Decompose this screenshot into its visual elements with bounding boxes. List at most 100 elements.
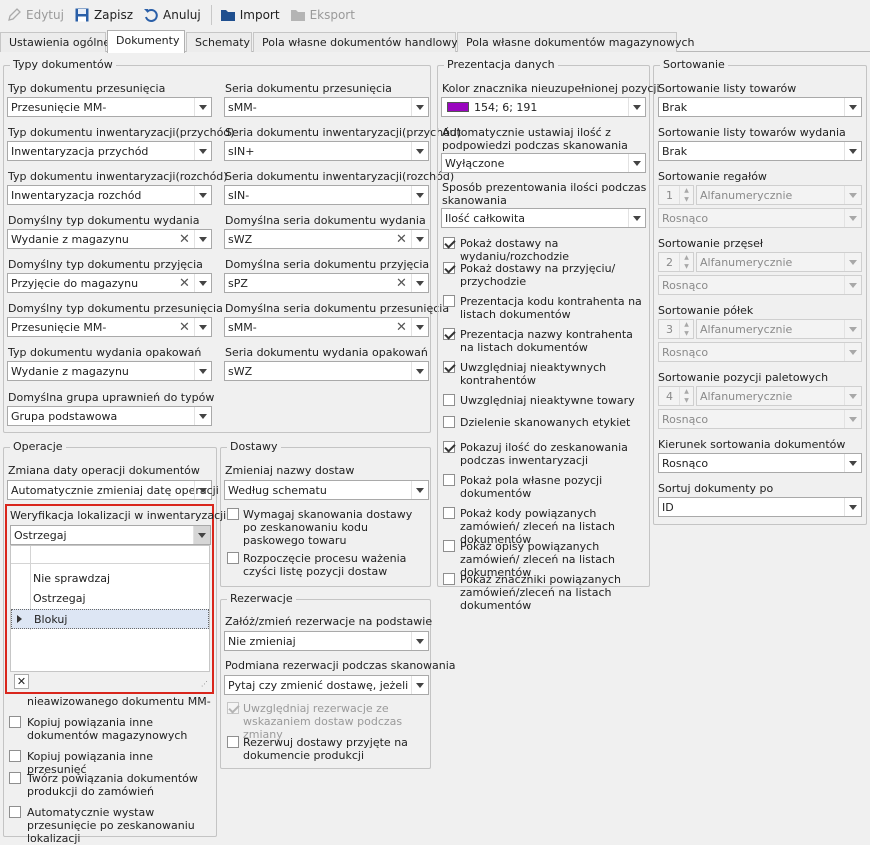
type-combo-3[interactable]: Inwentaryzacja rozchód [7, 185, 212, 205]
tab-schemes[interactable]: Schematy [186, 32, 252, 52]
order-descriptions-checkbox[interactable] [443, 540, 455, 552]
document-sort-by-combo[interactable]: ID [658, 497, 862, 517]
chevron-down-icon[interactable] [194, 274, 211, 292]
type-combo-1[interactable]: Przesunięcie MM- [7, 97, 212, 117]
save-button[interactable]: Zapisz [74, 4, 133, 26]
series-combo-6[interactable]: sMM- ✕ [224, 317, 429, 337]
chevron-down-icon[interactable] [844, 454, 861, 472]
series-combo-5[interactable]: sPZ ✕ [224, 273, 429, 293]
product-list-sort-combo[interactable]: Brak [658, 97, 862, 117]
chevron-down-icon[interactable] [844, 387, 861, 405]
require-delivery-scan-checkbox[interactable] [227, 508, 239, 520]
shelf-sort-order-spinner[interactable]: 3 ▲ ▼ [658, 319, 694, 339]
tab-general-settings[interactable]: Ustawienia ogólne [0, 32, 110, 52]
permission-group-combo[interactable]: Grupa podstawowa [7, 406, 212, 426]
pallet-sort-field-combo[interactable]: Alfanumerycznie [696, 386, 862, 406]
clear-icon[interactable]: ✕ [176, 274, 193, 292]
series-combo-3[interactable]: sIN- [224, 185, 429, 205]
copy-links-warehouse-checkbox[interactable] [9, 716, 21, 728]
show-deliveries-issue-checkbox[interactable] [443, 237, 455, 249]
chevron-down-icon[interactable] [411, 98, 428, 116]
span-sort-order-spinner[interactable]: 2 ▲ ▼ [658, 252, 694, 272]
chevron-down-icon[interactable] [194, 407, 211, 425]
chevron-down-icon[interactable] [194, 481, 211, 499]
reserve-production-checkbox[interactable] [227, 736, 239, 748]
chevron-down-icon[interactable] [628, 154, 645, 172]
chevron-down-icon[interactable] [411, 142, 428, 160]
date-change-combo[interactable]: Automatycznie zmieniaj datę operacji [7, 480, 219, 500]
chevron-down-icon[interactable] [411, 632, 428, 650]
chevron-down-icon[interactable] [194, 318, 211, 336]
series-combo-7[interactable]: sWZ [224, 361, 429, 381]
create-production-links-checkbox[interactable] [9, 772, 21, 784]
tab-custom-fields-warehouse[interactable]: Pola własne dokumentów magazynowych [457, 32, 695, 52]
spinner-arrows-icon[interactable]: ▲ ▼ [679, 320, 693, 338]
list-filter-row[interactable] [11, 546, 209, 564]
chevron-down-icon[interactable] [194, 230, 211, 248]
issue-list-sort-combo[interactable]: Brak [658, 141, 862, 161]
document-sort-direction-combo[interactable]: Rosnąco [658, 453, 862, 473]
split-labels-checkbox[interactable] [443, 416, 455, 428]
order-markers-checkbox[interactable] [443, 573, 455, 585]
chevron-down-icon[interactable] [194, 98, 211, 116]
chevron-down-icon[interactable] [411, 481, 428, 499]
type-combo-7[interactable]: Wydanie z magazynu [7, 361, 212, 381]
close-icon[interactable]: ✕ [14, 674, 29, 689]
export-button[interactable]: Eksport [290, 4, 355, 26]
clear-icon[interactable]: ✕ [176, 318, 193, 336]
chevron-down-icon[interactable] [844, 320, 861, 338]
series-combo-4[interactable]: sWZ ✕ [224, 229, 429, 249]
quantity-presentation-combo[interactable]: Ilość całkowita [441, 208, 646, 228]
chevron-down-icon[interactable] [628, 98, 645, 116]
option-blokuj[interactable]: Blokuj [11, 609, 209, 629]
reservation-swap-combo[interactable]: Pytaj czy zmienić dostawę, jeżeli ze... [224, 675, 429, 695]
chevron-down-icon[interactable] [844, 498, 861, 516]
edit-button[interactable]: Edytuj [6, 4, 64, 26]
chevron-down-icon[interactable] [411, 186, 428, 204]
span-sort-field-combo[interactable]: Alfanumerycznie [696, 252, 862, 272]
shelf-sort-field-combo[interactable]: Alfanumerycznie [696, 319, 862, 339]
option-nie-sprawdzaj[interactable]: Nie sprawdzaj [11, 569, 209, 589]
custom-fields-positions-checkbox[interactable] [443, 474, 455, 486]
clear-icon[interactable]: ✕ [393, 318, 410, 336]
span-sort-direction-combo[interactable]: Rosnąco [658, 275, 862, 295]
clear-icon[interactable]: ✕ [176, 230, 193, 248]
delivery-names-combo[interactable]: Według schematu [224, 480, 429, 500]
chevron-down-icon[interactable] [844, 343, 861, 361]
spinner-arrows-icon[interactable]: ▲ ▼ [679, 186, 693, 204]
chevron-down-icon[interactable] [628, 209, 645, 227]
chevron-down-icon[interactable] [193, 526, 210, 544]
inactive-contractors-checkbox[interactable] [443, 361, 455, 373]
tab-custom-fields-trade[interactable]: Pola własne dokumentów handlowych [253, 32, 471, 52]
rack-sort-field-combo[interactable]: Alfanumerycznie [696, 185, 862, 205]
import-button[interactable]: Import [220, 4, 280, 26]
auto-quantity-combo[interactable]: Wyłączone [441, 153, 646, 173]
chevron-down-icon[interactable] [194, 362, 211, 380]
weighing-clears-list-checkbox[interactable] [227, 552, 239, 564]
include-reservations-checkbox[interactable] [227, 702, 239, 714]
show-deliveries-receipt-checkbox[interactable] [443, 262, 455, 274]
inactive-products-checkbox[interactable] [443, 394, 455, 406]
type-combo-2[interactable]: Inwentaryzacja przychód [7, 141, 212, 161]
chevron-down-icon[interactable] [844, 186, 861, 204]
clear-icon[interactable]: ✕ [393, 230, 410, 248]
chevron-down-icon[interactable] [411, 676, 428, 694]
chevron-down-icon[interactable] [844, 98, 861, 116]
pallet-sort-order-spinner[interactable]: 4 ▲ ▼ [658, 386, 694, 406]
contractor-name-checkbox[interactable] [443, 328, 455, 340]
marker-color-combo[interactable]: 154; 6; 191 [441, 97, 646, 117]
copy-links-transfer-checkbox[interactable] [9, 750, 21, 762]
chevron-down-icon[interactable] [411, 274, 428, 292]
chevron-down-icon[interactable] [844, 142, 861, 160]
chevron-down-icon[interactable] [844, 209, 861, 227]
chevron-down-icon[interactable] [844, 276, 861, 294]
reservation-basis-combo[interactable]: Nie zmieniaj [224, 631, 429, 651]
rack-sort-order-spinner[interactable]: 1 ▲ ▼ [658, 185, 694, 205]
chevron-down-icon[interactable] [411, 318, 428, 336]
pallet-sort-direction-combo[interactable]: Rosnąco [658, 409, 862, 429]
type-combo-6[interactable]: Przesunięcie MM- ✕ [7, 317, 212, 337]
series-combo-2[interactable]: sIN+ [224, 141, 429, 161]
chevron-down-icon[interactable] [411, 230, 428, 248]
chevron-down-icon[interactable] [194, 142, 211, 160]
chevron-down-icon[interactable] [844, 253, 861, 271]
